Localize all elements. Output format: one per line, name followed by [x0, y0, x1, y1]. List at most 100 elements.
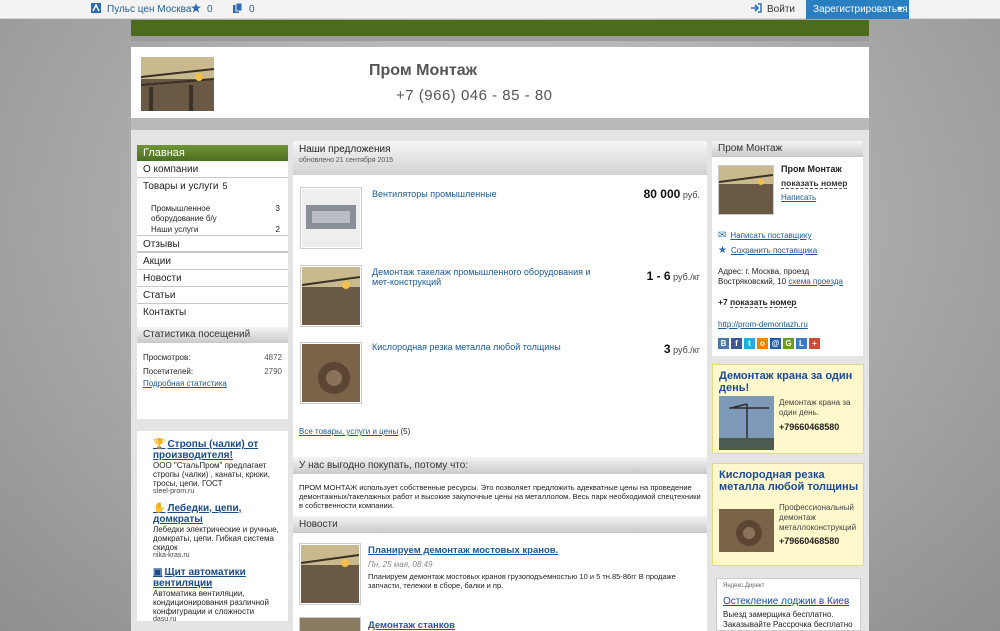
nav-item-label: Акции	[143, 256, 171, 267]
save-supplier[interactable]: ★ Сохранить поставщика	[718, 245, 817, 256]
write-supplier[interactable]: ✉ Написать поставщику	[718, 230, 811, 241]
promo-card[interactable]: Кислородная резка металла любой толщины …	[712, 463, 864, 566]
direct-ad-title[interactable]: Остекление лоджии в Киев	[723, 596, 849, 607]
offers-updated: обновлено 21 сентября 2015	[299, 157, 394, 164]
ad-item[interactable]: ✋ Лебедки, цепи, домкраты Лебедки электри…	[153, 503, 282, 567]
all-offers-link[interactable]: Все товары, услуги и цены	[299, 427, 398, 436]
social-share-icon[interactable]: t	[744, 338, 755, 349]
show-phone-button-2[interactable]: показать номер	[730, 297, 797, 308]
social-share-icon[interactable]: @	[770, 338, 781, 349]
register-label: Зарегистрироваться	[813, 4, 908, 15]
nav-item-articles[interactable]: Статьи	[137, 287, 288, 304]
offer-item: Демонтаж такелаж промышленного оборудова…	[300, 265, 700, 331]
nav-item-label: Отзывы	[143, 239, 180, 250]
nav-item-promotions[interactable]: Акции	[137, 253, 288, 270]
nav-item-news[interactable]: Новости	[137, 270, 288, 287]
visitors-value: 2790	[264, 367, 282, 376]
hand-icon: ✋	[153, 503, 166, 514]
pulse-logo-icon	[91, 1, 101, 13]
nav-subitem-services[interactable]: Наши услуги 2	[137, 222, 288, 236]
scheme-link[interactable]: схема проезда	[788, 277, 843, 286]
company-header: Пром Монтаж +7 (966) 046 - 85 - 80	[131, 47, 869, 118]
views-label: Просмотров:	[143, 353, 191, 362]
stats-details-link[interactable]: Подробная статистика	[143, 379, 227, 388]
ad-title[interactable]: ✋ Лебедки, цепи, домкраты	[153, 503, 282, 525]
compare-count: 0	[249, 4, 255, 15]
offer-price: 1 - 6 руб./кг	[647, 269, 700, 283]
promo-photo	[719, 396, 774, 450]
offer-price-unit: руб.	[682, 190, 700, 200]
offer-link[interactable]: Вентиляторы промышленные	[372, 189, 592, 199]
ad-domain: nika-kras.ru	[153, 552, 190, 559]
ad-text: Автоматика вентиляции, кондиционирования…	[153, 589, 269, 616]
ad-item[interactable]: ▣ Щит автоматики вентиляции Автоматика ве…	[153, 567, 282, 627]
offer-link[interactable]: Кислородная резка металла любой толщины	[372, 342, 592, 352]
company-address: Адрес: г. Москва, проезд Востряковский, …	[718, 267, 858, 287]
ad-logo-icon: ▣	[153, 567, 163, 578]
pulse-label: Пульс цен Москва	[107, 4, 192, 15]
company-card-name: Пром Монтаж	[781, 164, 842, 174]
ad-domain: steel-prom.ru	[153, 488, 195, 495]
nav-item-count: 5	[222, 181, 228, 191]
nav-item-reviews[interactable]: Отзывы	[137, 236, 288, 253]
nav-item-label: Товары и услуги	[143, 181, 219, 192]
save-supplier-link[interactable]: Сохранить поставщика	[731, 246, 817, 255]
news-photo[interactable]	[299, 617, 361, 631]
promo-card[interactable]: Демонтаж крана за один день! Демонтаж кр…	[712, 364, 864, 454]
chevron-down-icon	[897, 7, 903, 14]
star-icon: ★	[718, 245, 727, 256]
all-offers: Все товары, услуги и цены (5)	[299, 427, 410, 436]
company-logo[interactable]	[140, 57, 215, 111]
social-share-icon[interactable]: o	[757, 338, 768, 349]
ad-item[interactable]: 🏆 Стропы (чалки) от производителя! ООО "С…	[153, 439, 282, 503]
news-title-link[interactable]: Демонтаж станков	[368, 620, 455, 631]
promo-text: Профессиональный демонтаж металлоконстру…	[779, 503, 857, 532]
social-share-icon[interactable]: L	[796, 338, 807, 349]
ad-title[interactable]: ▣ Щит автоматики вентиляции	[153, 567, 282, 589]
nav-item-label: Новости	[143, 273, 182, 284]
nav-item-about[interactable]: О компании	[137, 161, 288, 178]
news-text: Планируем демонтаж мостовых кранов грузо…	[368, 572, 676, 590]
nav-item-contacts[interactable]: Контакты	[137, 304, 288, 321]
all-offers-count: (5)	[400, 427, 411, 436]
header-divider	[131, 118, 869, 130]
website-link[interactable]: http://prom-demontazh.ru	[718, 320, 808, 329]
social-share-icon[interactable]: B	[718, 338, 729, 349]
offer-price-value: 1 - 6	[646, 269, 671, 283]
ad-title[interactable]: 🏆 Стропы (чалки) от производителя!	[153, 439, 282, 461]
register-button[interactable]: Зарегистрироваться	[806, 0, 909, 19]
nav-item-products[interactable]: Товары и услуги 5	[137, 178, 288, 195]
login-link[interactable]: Войти	[751, 0, 795, 19]
promo-phone: +79660468580	[779, 422, 840, 432]
promo-text: Демонтаж крана за один день.	[779, 398, 851, 417]
news-photo[interactable]	[299, 543, 361, 605]
pulse-link[interactable]: Пульс цен Москва	[91, 0, 191, 19]
news-title-link[interactable]: Планируем демонтаж мостовых кранов.	[368, 545, 558, 556]
nav-item-home[interactable]: Главная	[137, 145, 288, 161]
nav-item-label: Контакты	[143, 307, 187, 318]
trophy-icon: 🏆	[153, 439, 166, 450]
social-share-icon[interactable]: f	[731, 338, 742, 349]
promo-title[interactable]: Демонтаж крана за один день!	[719, 370, 859, 394]
nav-subitem-equipment[interactable]: Промышленное оборудование б/у 3	[137, 201, 288, 223]
promo-phone: +79660468580	[779, 536, 840, 546]
write-supplier-link[interactable]: Написать поставщику	[730, 231, 811, 240]
offer-item: Кислородная резка металла любой толщины …	[300, 342, 700, 408]
show-phone-button[interactable]: показать номер	[781, 178, 848, 189]
social-share-icon[interactable]: +	[809, 338, 820, 349]
company-card-photo[interactable]	[718, 165, 774, 215]
promo-title[interactable]: Кислородная резка металла любой толщины	[719, 469, 859, 493]
nav-item-label: О компании	[143, 164, 199, 175]
compare-link[interactable]: 0	[233, 0, 255, 19]
offer-photo[interactable]	[300, 265, 362, 327]
favorites-link[interactable]: 0	[191, 0, 213, 19]
offer-link[interactable]: Демонтаж такелаж промышленного оборудова…	[372, 267, 592, 287]
offer-photo[interactable]	[300, 187, 362, 249]
center-column: Наши предложения обновлено 21 сентября 2…	[293, 141, 707, 631]
offer-photo[interactable]	[300, 342, 362, 404]
write-link[interactable]: Написать	[781, 193, 816, 202]
social-share-icon[interactable]: G	[783, 338, 794, 349]
ad-text: ООО "СтальПром" предлагает стропы (чалки…	[153, 461, 270, 488]
star-icon	[191, 1, 201, 13]
login-icon	[751, 1, 762, 13]
